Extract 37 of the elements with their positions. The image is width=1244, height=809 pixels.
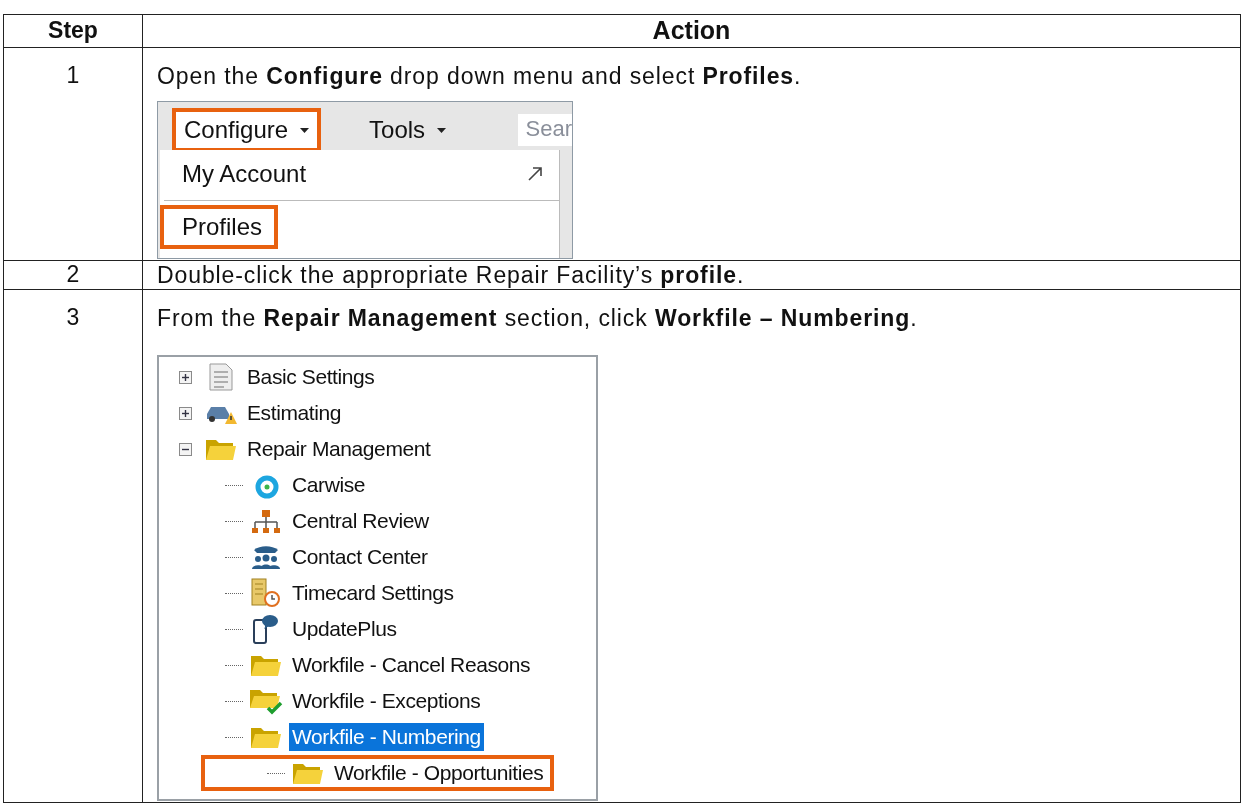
folder-icon	[205, 437, 237, 461]
tree-item[interactable]: Workfile - Opportunities	[331, 759, 547, 787]
building-clock-icon	[250, 578, 282, 608]
folder-icon	[292, 761, 324, 785]
instruction-text: Open the Configure drop down menu and select Profiles.	[157, 62, 803, 89]
instruction-text: Double-click the appropriate Repair Facility’s profile.	[157, 262, 746, 288]
column-header: Action	[142, 14, 1241, 48]
tree-item[interactable]: Carwise	[289, 471, 369, 499]
tree-item[interactable]: Workfile - Numbering	[289, 723, 484, 751]
instruction-text: From the Repair Management section, click Workfile – Numbering.	[157, 304, 919, 331]
tree-item[interactable]: Workfile - Cancel Reasons	[289, 651, 534, 679]
expander-icon[interactable]	[179, 406, 192, 420]
folder-icon	[250, 653, 282, 677]
tree-item[interactable]: UpdatePlus	[289, 615, 400, 643]
tree-item[interactable]: Estimating	[244, 399, 345, 427]
column-header: Step	[3, 14, 143, 48]
menu-item[interactable]: Configure	[172, 108, 322, 152]
step-number: 1	[66, 62, 80, 88]
tree-item[interactable]: Repair Management	[244, 435, 434, 463]
folder-icon	[250, 725, 282, 749]
step-number: 2	[66, 261, 80, 287]
tree-item[interactable]: Central Review	[289, 507, 432, 535]
dropdown-item[interactable]: My Account	[160, 152, 323, 196]
tree-item[interactable]: Workfile - Exceptions	[289, 687, 484, 715]
dropdown-item[interactable]: Profiles	[160, 205, 279, 249]
tree-item[interactable]: Contact Center	[289, 543, 431, 571]
phone-chat-icon	[252, 614, 280, 644]
menu-item[interactable]: Tools	[357, 108, 459, 152]
folder-check-icon	[249, 687, 283, 715]
list-icon	[208, 363, 234, 391]
hierarchy-icon	[251, 508, 281, 534]
step-number: 3	[66, 304, 80, 330]
tree-item[interactable]: Basic Settings	[244, 363, 378, 391]
people-icon	[250, 544, 282, 570]
expander-icon[interactable]	[179, 370, 192, 384]
tree-item[interactable]: Timecard Settings	[289, 579, 457, 607]
expander-icon[interactable]	[179, 442, 192, 456]
